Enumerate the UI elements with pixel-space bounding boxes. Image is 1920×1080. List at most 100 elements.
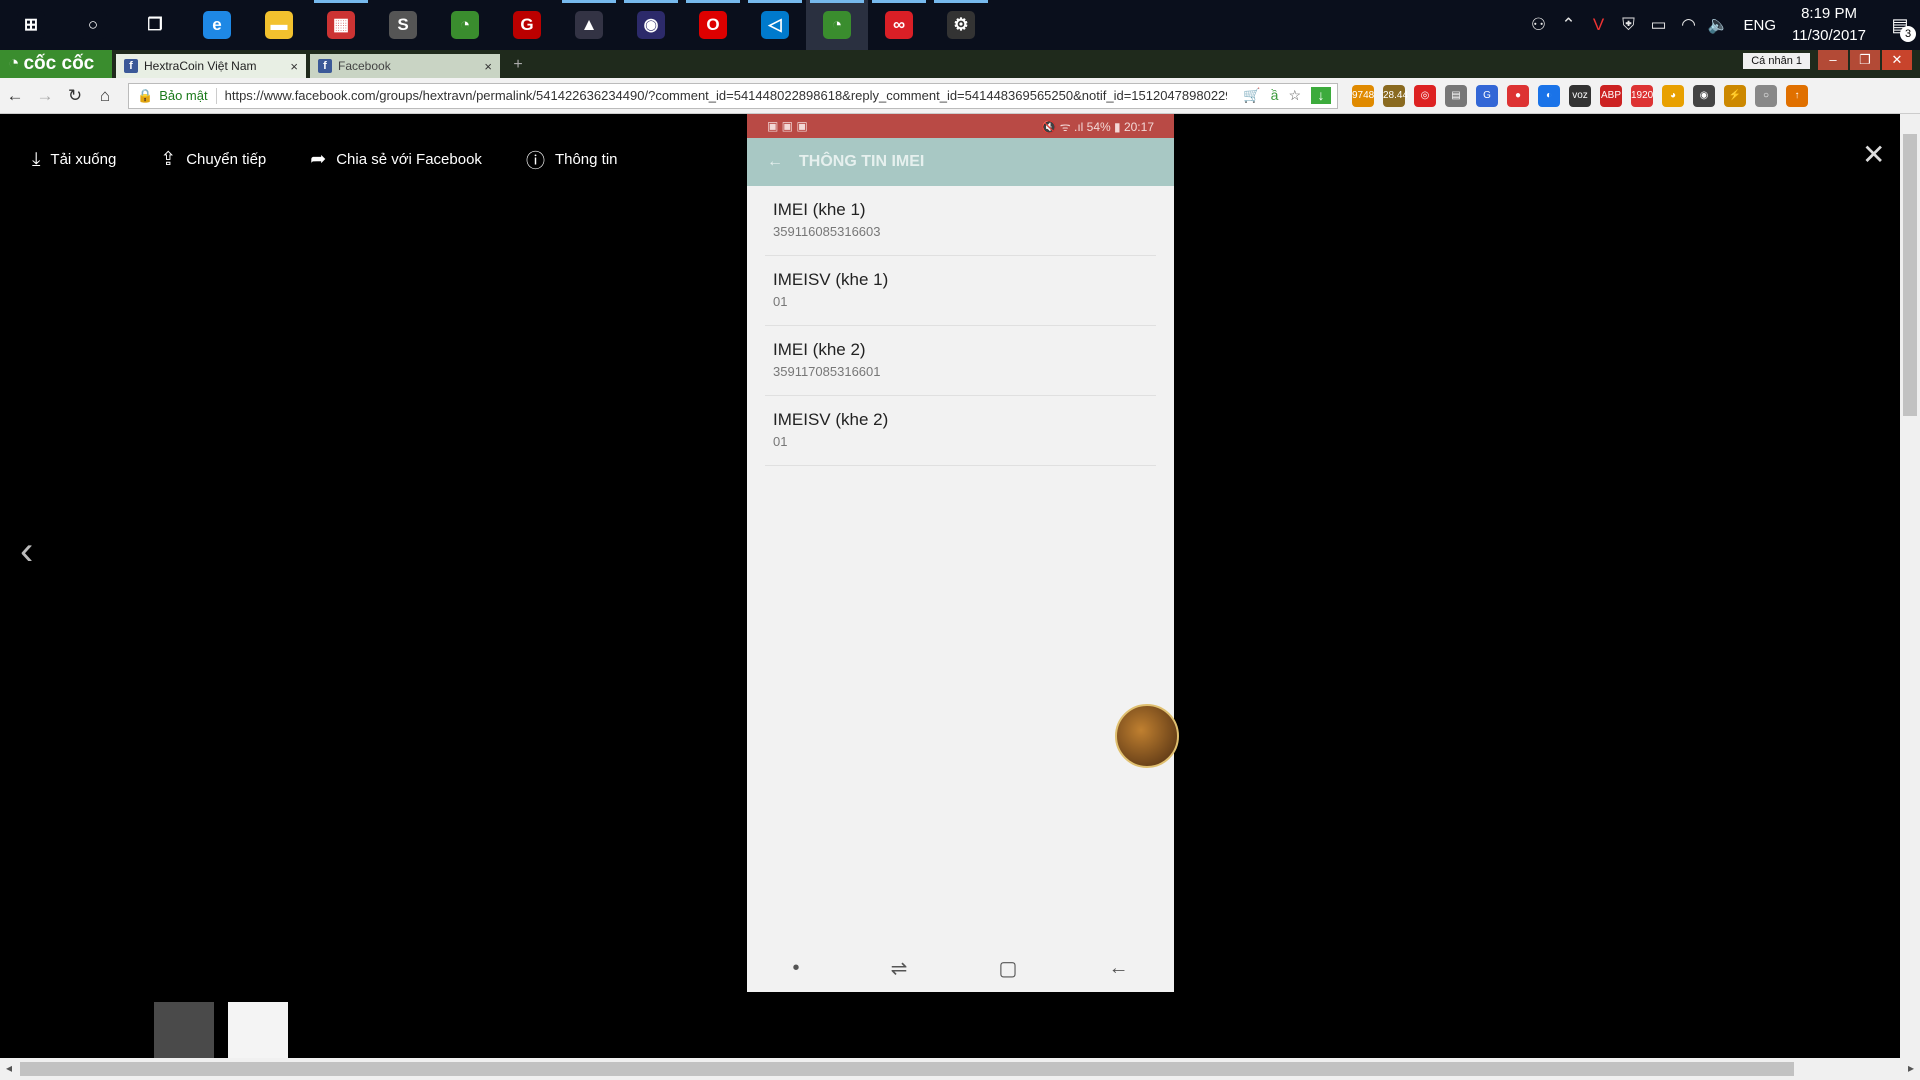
extension-icon-9[interactable]: ABP [1600,84,1622,107]
recent-apps-icon: ⇌ [890,957,908,980]
extension-icon-15[interactable]: ↑ [1786,84,1808,107]
close-viewer-icon[interactable]: ✕ [1862,138,1885,171]
minimize-button[interactable]: – [1818,50,1848,70]
bookmark-star-icon[interactable]: ☆ [1288,87,1301,104]
vertical-scrollbar[interactable] [1900,114,1920,1058]
previous-photo-icon[interactable]: ‹ [20,529,33,574]
file-explorer-icon-glyph: ▬ [265,11,293,39]
shopping-cart-icon[interactable]: 🛒 [1243,87,1260,104]
close-tab-icon[interactable]: × [290,59,298,74]
imei-value: 359117085316601 [773,364,881,379]
omnibox-actions: 🛒 ầ ☆ ↓ [1243,87,1337,104]
imei-value: 01 [773,434,788,449]
vivaldi-tray-icon[interactable]: V [1584,15,1614,35]
sublime-icon[interactable]: S [372,0,434,50]
restore-button[interactable]: ❐ [1850,50,1880,70]
cortana-icon[interactable]: ○ [62,0,124,50]
extension-icon-6[interactable]: ● [1507,84,1529,107]
sublime-icon-glyph: S [389,11,417,39]
extension-icon-2[interactable]: 28.44 [1383,84,1408,107]
coccoc-logo[interactable]: ◔ cốc cốc [0,50,112,78]
download-button[interactable]: ⤓ Tải xuống [32,146,116,173]
clock[interactable]: 8:19 PM 11/30/2017 [1792,3,1866,47]
creative-cloud-icon[interactable]: ∞ [868,0,930,50]
edge-icon[interactable]: e [186,0,248,50]
photo-thumbnail-1[interactable] [154,1002,214,1058]
close-window-button[interactable]: ✕ [1882,50,1912,70]
new-tab-button[interactable]: + [506,56,530,78]
coccoc-active-icon-glyph: ◔ [823,11,851,39]
taskbar-apps: ⊞ ○ ❐ e ▬ ▦ S ◔ G ▲ ◉ O ◁ ◔ ∞ ⚙ [0,0,992,50]
secure-label: Bảo mật [159,88,208,103]
photo-viewer: ⤓ Tải xuống ⇪ Chuyển tiếp ➦ Chia sẻ với Faceb… [0,114,1900,992]
forward-button[interactable]: → [30,86,60,106]
eclipse-icon[interactable]: ◉ [620,0,682,50]
scroll-left-icon[interactable]: ◂ [6,1061,12,1075]
address-bar[interactable]: 🔒 Bảo mật https://www.facebook.com/groups… [128,82,1338,109]
start-icon-glyph: ⊞ [17,11,45,39]
profile-button[interactable]: Cá nhân 1 [1743,53,1810,69]
app-icon-1[interactable]: ▦ [310,0,372,50]
phone-back-arrow-icon: ← [767,153,783,170]
download-icon: ⤓ [32,148,41,170]
people-icon[interactable]: ⚇ [1524,15,1554,35]
extension-icon-5[interactable]: G [1476,84,1498,107]
opera-icon[interactable]: O [682,0,744,50]
list-item: IMEISV (khe 2) 01 [765,396,1156,466]
windows-taskbar: ⊞ ○ ❐ e ▬ ▦ S ◔ G ▲ ◉ O ◁ ◔ ∞ ⚙ ⚇ ⌃ V ⛨ ▭ ◠ 🔈 ENG 8:19 … [0,0,1920,50]
extension-icon-7[interactable]: ◐ [1538,84,1560,107]
brand-label: cốc cốc [23,53,95,74]
settings-app-icon[interactable]: ⚙ [930,0,992,50]
typing-icon[interactable]: ầ [1271,87,1279,104]
coccoc-active-icon[interactable]: ◔ [806,0,868,50]
facebook-favicon-icon: f [124,59,138,73]
extension-icon-1[interactable]: 9748 [1352,84,1374,107]
battery-icon[interactable]: ▭ [1644,15,1674,35]
download-icon[interactable]: ↓ [1311,87,1331,104]
share-button[interactable]: ➦ Chia sẻ với Facebook [310,146,482,173]
status-notifications: ▣ ▣ ▣ [767,119,808,133]
vscode-icon-glyph: ◁ [761,11,789,39]
start-icon[interactable]: ⊞ [0,0,62,50]
vscode-icon[interactable]: ◁ [744,0,806,50]
extension-icon-11[interactable]: ◕ [1662,84,1684,107]
url-text[interactable]: https://www.facebook.com/groups/hextravn… [217,88,1227,103]
back-button[interactable]: ← [0,86,30,106]
extension-icon-14[interactable]: ○ [1755,84,1777,107]
extension-icon-12[interactable]: ◉ [1693,84,1715,107]
app-icon-2[interactable]: ▲ [558,0,620,50]
secure-indicator[interactable]: 🔒 Bảo mật [129,87,217,104]
info-button[interactable]: ⓘ Thông tin [526,146,618,173]
extension-icon-13[interactable]: ⚡ [1724,84,1746,107]
reload-button[interactable]: ↻ [60,86,90,106]
eclipse-icon-glyph: ◉ [637,11,665,39]
clock-time: 8:19 PM [1801,5,1857,22]
shield-icon[interactable]: ⛨ [1614,15,1644,35]
horizontal-scrollbar[interactable]: ◂ ▸ [0,1058,1920,1080]
home-button[interactable]: ⌂ [90,86,120,106]
tab-hextracoin[interactable]: f HextraCoin Việt Nam × [116,54,306,78]
forward-button[interactable]: ⇪ Chuyển tiếp [160,146,266,173]
extension-icon-8[interactable]: voz [1569,84,1591,107]
browser-tabstrip: ◔ cốc cốc f HextraCoin Việt Nam × f Faceb… [0,50,1920,78]
chevron-up-icon[interactable]: ⌃ [1554,15,1584,35]
tab-facebook[interactable]: f Facebook × [310,54,500,78]
volume-icon[interactable]: 🔈 [1704,15,1734,35]
vertical-scroll-thumb[interactable] [1903,134,1917,416]
photo-thumbnail-2[interactable] [228,1002,288,1058]
wifi-icon[interactable]: ◠ [1674,15,1704,35]
garena-icon[interactable]: G [496,0,558,50]
scroll-right-icon[interactable]: ▸ [1908,1061,1914,1075]
tab-title: Facebook [338,59,391,73]
viewer-actions: ⤓ Tải xuống ⇪ Chuyển tiếp ➦ Chia sẻ với Faceb… [32,146,618,173]
horizontal-scroll-thumb[interactable] [20,1062,1794,1076]
file-explorer-icon[interactable]: ▬ [248,0,310,50]
action-center-icon[interactable]: ▤ 3 [1880,15,1920,42]
coccoc-icon[interactable]: ◔ [434,0,496,50]
extension-icon-3[interactable]: ◎ [1414,84,1436,107]
extension-icon-10[interactable]: 1920 [1631,84,1653,107]
task-view-icon[interactable]: ❐ [124,0,186,50]
language-indicator[interactable]: ENG [1744,17,1777,34]
close-tab-icon[interactable]: × [484,59,492,74]
extension-icon-4[interactable]: ▤ [1445,84,1467,107]
